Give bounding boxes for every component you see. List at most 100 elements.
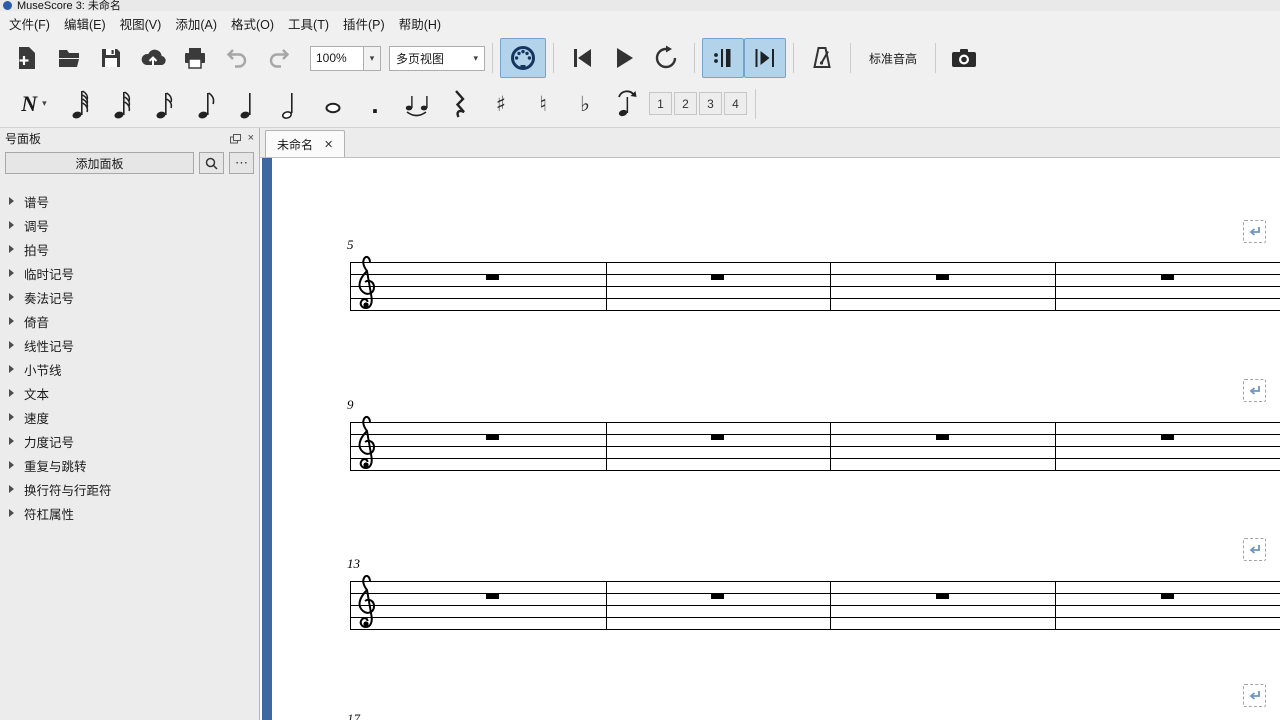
whole-measure-rest[interactable] <box>711 434 724 440</box>
flat-button[interactable]: ♭ <box>564 84 606 124</box>
whole-measure-rest[interactable] <box>936 434 949 440</box>
redo-button[interactable] <box>258 38 300 78</box>
duration-eighth-button[interactable] <box>186 84 228 124</box>
menu-plugins[interactable]: 插件(P) <box>336 10 392 37</box>
staff-system-1[interactable]: 5 <box>350 262 1280 311</box>
expand-arrow-icon[interactable] <box>9 389 14 397</box>
staff-system-3[interactable]: 13 <box>350 581 1280 630</box>
rewind-button[interactable] <box>561 38 603 78</box>
barline[interactable] <box>350 422 351 471</box>
voice-4-button[interactable]: 4 <box>724 92 747 115</box>
expand-arrow-icon[interactable] <box>9 461 14 469</box>
palette-item-barlines[interactable]: 小节线 <box>0 357 259 381</box>
menu-view[interactable]: 视图(V) <box>113 10 169 37</box>
natural-button[interactable]: ♮ <box>522 84 564 124</box>
system-break-marker[interactable] <box>1243 538 1266 561</box>
system-break-marker[interactable] <box>1243 379 1266 402</box>
barline[interactable] <box>606 262 607 311</box>
close-panel-icon[interactable]: × <box>248 133 254 144</box>
menu-file[interactable]: 文件(F) <box>2 10 57 37</box>
search-palettes-button[interactable] <box>199 152 224 174</box>
palette-item-articulations[interactable]: 奏法记号 <box>0 285 259 309</box>
menu-tools[interactable]: 工具(T) <box>281 10 336 37</box>
palette-item-text[interactable]: 文本 <box>0 381 259 405</box>
open-file-button[interactable] <box>48 38 90 78</box>
palette-item-repeats-jumps[interactable]: 重复与跳转 <box>0 453 259 477</box>
barline[interactable] <box>1055 262 1056 311</box>
save-button[interactable] <box>90 38 132 78</box>
palette-item-beam-properties[interactable]: 符杠属性 <box>0 501 259 525</box>
palette-options-button[interactable]: ⋯ <box>229 152 254 174</box>
voice-1-button[interactable]: 1 <box>649 92 672 115</box>
flip-direction-button[interactable] <box>606 84 648 124</box>
new-score-button[interactable] <box>6 38 48 78</box>
expand-arrow-icon[interactable] <box>9 365 14 373</box>
palette-item-dynamics[interactable]: 力度记号 <box>0 429 259 453</box>
note-input-mode-button[interactable]: N ▾ <box>8 84 60 124</box>
menu-format[interactable]: 格式(O) <box>224 10 281 37</box>
expand-arrow-icon[interactable] <box>9 293 14 301</box>
sharp-button[interactable]: ♯ <box>480 84 522 124</box>
barline[interactable] <box>830 262 831 311</box>
expand-arrow-icon[interactable] <box>9 221 14 229</box>
expand-arrow-icon[interactable] <box>9 341 14 349</box>
undo-button[interactable] <box>216 38 258 78</box>
whole-measure-rest[interactable] <box>711 274 724 280</box>
rest-button[interactable] <box>438 84 480 124</box>
palette-item-lines[interactable]: 线性记号 <box>0 333 259 357</box>
whole-measure-rest[interactable] <box>1161 593 1174 599</box>
augmentation-dot-button[interactable]: . <box>354 84 396 124</box>
tie-button[interactable] <box>396 84 438 124</box>
metronome-toggle[interactable] <box>801 38 843 78</box>
palette-item-key-signatures[interactable]: 调号 <box>0 213 259 237</box>
menu-add[interactable]: 添加(A) <box>168 10 224 37</box>
barline[interactable] <box>830 422 831 471</box>
duration-quarter-button[interactable] <box>228 84 270 124</box>
barline[interactable] <box>606 581 607 630</box>
add-palettes-button[interactable]: 添加面板 <box>5 152 194 174</box>
score-canvas[interactable]: 5 9 <box>260 158 1280 720</box>
system-break-marker[interactable] <box>1243 220 1266 243</box>
play-button[interactable] <box>603 38 645 78</box>
barline[interactable] <box>1055 422 1056 471</box>
pan-score-toggle[interactable] <box>744 38 786 78</box>
palette-item-accidentals[interactable]: 临时记号 <box>0 261 259 285</box>
barline[interactable] <box>606 422 607 471</box>
play-repeats-toggle[interactable] <box>702 38 744 78</box>
concert-pitch-button[interactable]: 标准音高 <box>858 43 928 74</box>
duration-64th-button[interactable] <box>60 84 102 124</box>
menu-help[interactable]: 帮助(H) <box>392 10 448 37</box>
print-button[interactable] <box>174 38 216 78</box>
zoom-dropdown-button[interactable]: ▾ <box>364 46 381 71</box>
duration-whole-button[interactable] <box>312 84 354 124</box>
barline[interactable] <box>830 581 831 630</box>
voice-3-button[interactable]: 3 <box>699 92 722 115</box>
expand-arrow-icon[interactable] <box>9 509 14 517</box>
barline[interactable] <box>350 581 351 630</box>
score-tab-untitled[interactable]: 未命名 ✕ <box>265 130 345 157</box>
save-online-button[interactable] <box>132 38 174 78</box>
expand-arrow-icon[interactable] <box>9 317 14 325</box>
duration-half-button[interactable] <box>270 84 312 124</box>
loop-playback-button[interactable] <box>645 38 687 78</box>
view-mode-select[interactable]: 多页视图 ▾ <box>389 46 485 71</box>
menu-edit[interactable]: 编辑(E) <box>57 10 113 37</box>
whole-measure-rest[interactable] <box>936 593 949 599</box>
duration-32nd-button[interactable] <box>102 84 144 124</box>
expand-arrow-icon[interactable] <box>9 245 14 253</box>
palette-item-time-signatures[interactable]: 拍号 <box>0 237 259 261</box>
whole-measure-rest[interactable] <box>1161 274 1174 280</box>
whole-measure-rest[interactable] <box>486 593 499 599</box>
palette-item-tempo[interactable]: 速度 <box>0 405 259 429</box>
system-break-marker[interactable] <box>1243 684 1266 707</box>
midi-input-toggle[interactable] <box>500 38 546 78</box>
expand-arrow-icon[interactable] <box>9 197 14 205</box>
whole-measure-rest[interactable] <box>711 593 724 599</box>
barline[interactable] <box>1055 581 1056 630</box>
float-panel-icon[interactable] <box>230 134 241 144</box>
whole-measure-rest[interactable] <box>486 434 499 440</box>
voice-2-button[interactable]: 2 <box>674 92 697 115</box>
expand-arrow-icon[interactable] <box>9 437 14 445</box>
barline[interactable] <box>350 262 351 311</box>
palette-item-breaks-spacers[interactable]: 换行符与行距符 <box>0 477 259 501</box>
